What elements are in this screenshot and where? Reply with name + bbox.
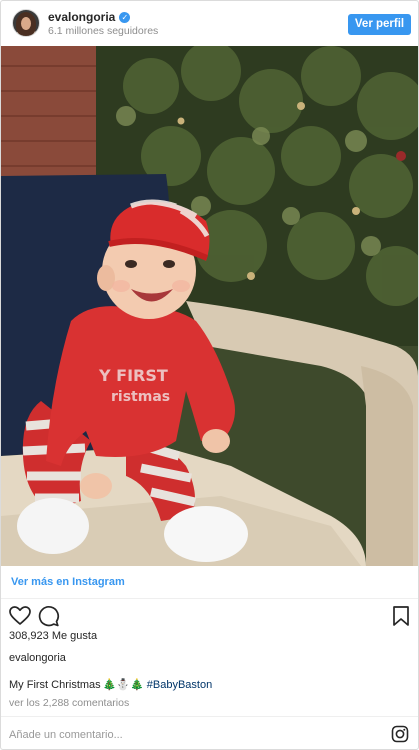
username-row: evalongoria ✓ [48, 10, 131, 24]
caption-emoji: 🎄⛄🎄 [102, 679, 144, 691]
heart-icon[interactable] [8, 604, 32, 628]
svg-text:Y FIRST: Y FIRST [98, 366, 168, 385]
post-actions [1, 601, 418, 631]
caption-text: My First Christmas [9, 678, 101, 691]
view-profile-button[interactable]: Ver perfil [348, 14, 411, 35]
view-more-link[interactable]: Ver más en Instagram [11, 576, 125, 588]
instagram-logo-icon[interactable] [391, 725, 409, 743]
post-caption: My First Christmas 🎄⛄🎄 #BabyBaston [9, 678, 212, 692]
username-link[interactable]: evalongoria [48, 10, 115, 24]
baby-photo-illustration: Y FIRST ristmas [1, 46, 418, 566]
comment-input[interactable] [9, 727, 359, 743]
post-photo[interactable]: Y FIRST ristmas [1, 46, 418, 566]
view-comments-link[interactable]: ver los 2,288 comentarios [9, 697, 129, 709]
follower-count: 6.1 millones seguidores [48, 25, 159, 37]
instagram-embed-card: evalongoria ✓ 6.1 millones seguidores Ve… [0, 0, 419, 750]
comment-bar [1, 716, 418, 749]
caption-author[interactable]: evalongoria [9, 652, 66, 664]
avatar-face [21, 17, 31, 30]
comment-icon[interactable] [36, 604, 60, 628]
hashtag-link[interactable]: #BabyBaston [147, 679, 212, 691]
avatar[interactable] [12, 9, 40, 37]
like-count[interactable]: 308,923 Me gusta [9, 630, 97, 642]
post-header: evalongoria ✓ 6.1 millones seguidores Ve… [1, 1, 418, 45]
view-more-row: Ver más en Instagram [1, 566, 418, 599]
svg-text:ristmas: ristmas [111, 389, 170, 405]
bookmark-icon[interactable] [389, 604, 413, 628]
verified-badge-icon: ✓ [119, 11, 131, 23]
